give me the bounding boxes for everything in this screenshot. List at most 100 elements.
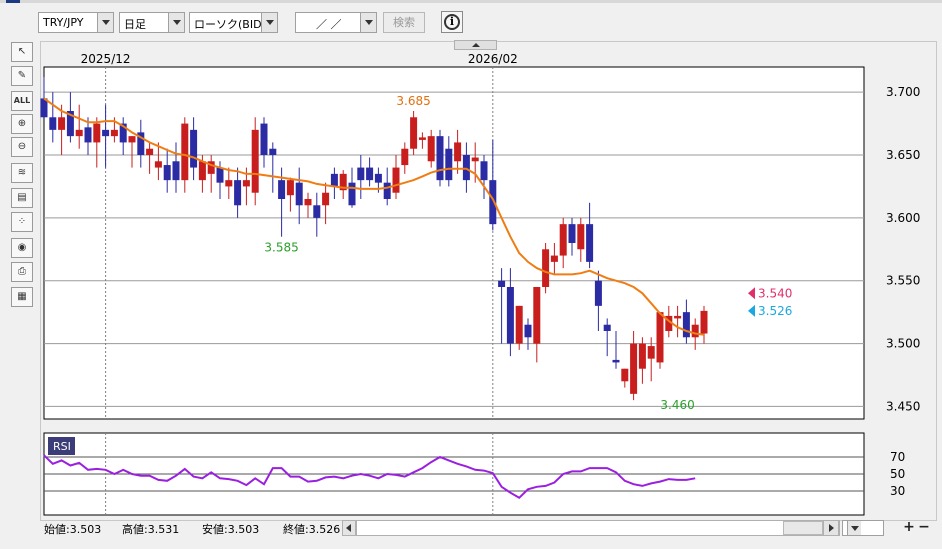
candle-body: [286, 180, 294, 196]
price-marker-label: 3.540: [758, 286, 792, 300]
candle-body: [366, 167, 374, 181]
scroll-left-button[interactable]: [342, 520, 356, 536]
candle-body: [49, 117, 57, 130]
price-annotation: 3.460: [660, 398, 694, 412]
candle-body: [550, 255, 558, 262]
candle-body: [102, 129, 110, 137]
candle-body: [216, 167, 224, 183]
candle-body: [656, 312, 664, 363]
price-annotation: 3.685: [396, 94, 430, 108]
candle-body: [251, 129, 259, 193]
candle-body: [462, 155, 470, 181]
candle-body: [278, 180, 286, 199]
price-plot-area: [43, 66, 865, 420]
candle-body: [533, 287, 541, 344]
candle-body: [691, 324, 699, 338]
candle-body: [154, 161, 162, 168]
price-annotation: 3.585: [264, 241, 298, 255]
candle-body: [348, 182, 356, 206]
candle-body: [454, 142, 462, 162]
candle-body: [313, 205, 321, 218]
status-open: 始値:3.503: [44, 523, 102, 536]
date-tick-label: 2025/12: [81, 52, 131, 66]
price-tick-label: 3.600: [886, 211, 920, 225]
candle-body: [436, 136, 444, 181]
candle-body: [242, 180, 250, 187]
chart-application: TRY/JPY 日足 ローソク(BID) ／ ／ 検索 i ↖ ✎ ALL ⊕ ⊖ ≋ ▤ ⁘…: [0, 0, 942, 549]
candle-body: [612, 359, 620, 363]
horizontal-scrollbar[interactable]: [356, 520, 840, 536]
candle-body: [110, 129, 118, 137]
candle-body: [638, 343, 646, 369]
candle-body: [445, 148, 453, 181]
scroll-right-button[interactable]: [823, 520, 839, 536]
price-tick-label: 3.700: [886, 85, 920, 99]
candle-body: [295, 182, 303, 206]
candle-body: [568, 224, 576, 243]
price-tick-label: 3.450: [886, 399, 920, 413]
candle-body: [330, 173, 338, 187]
candle-body: [630, 343, 638, 394]
rsi-level-label: 50: [890, 467, 905, 481]
zoom-out-button[interactable]: −: [917, 520, 931, 535]
candle-body: [418, 137, 426, 140]
candle-body: [471, 157, 479, 162]
candle-body: [559, 224, 567, 256]
candle-body: [410, 117, 418, 149]
candle-body: [542, 249, 550, 287]
candle-body: [603, 324, 611, 331]
candle-body: [190, 129, 198, 168]
candle-body: [234, 180, 242, 206]
candle-body: [128, 136, 136, 143]
status-low: 安値:3.503: [202, 523, 260, 536]
chevron-down-icon: [847, 521, 861, 535]
candle-body: [58, 117, 66, 130]
candle-body: [427, 136, 435, 162]
bars-count-select[interactable]: 80: [842, 520, 884, 536]
candle-body: [225, 180, 233, 187]
candle-body: [146, 148, 154, 155]
candle-body: [322, 192, 330, 206]
candle-body: [621, 368, 629, 382]
candle-body: [498, 280, 506, 287]
candle-body: [586, 224, 594, 262]
price-tick-label: 3.550: [886, 274, 920, 288]
candle-body: [304, 199, 312, 206]
candle-body: [260, 123, 268, 155]
candle-body: [181, 123, 189, 181]
candle-body: [93, 123, 101, 143]
candle-body: [374, 173, 382, 183]
price-marker-label: 3.526: [758, 304, 792, 318]
scrollbar-thumb[interactable]: [783, 521, 823, 535]
candle-body: [682, 312, 690, 338]
candle-body: [84, 127, 92, 143]
status-close: 終値:3.526: [283, 523, 341, 536]
candle-body: [524, 324, 532, 338]
candle-body: [480, 161, 488, 181]
price-tick-label: 3.500: [886, 337, 920, 351]
candle-body: [357, 167, 365, 181]
candle-body: [594, 280, 602, 306]
price-tick-label: 3.650: [886, 148, 920, 162]
candle-body: [674, 315, 682, 319]
rsi-label: RSI: [53, 440, 71, 453]
rsi-level-label: 70: [890, 450, 905, 464]
candle-body: [172, 161, 180, 181]
candle-body: [401, 148, 409, 166]
candle-body: [700, 310, 708, 334]
rsi-level-label: 30: [890, 484, 905, 498]
candle-body: [75, 129, 83, 137]
candle-body: [577, 224, 585, 250]
candle-body: [515, 305, 523, 344]
candle-body: [506, 287, 514, 344]
status-high: 高値:3.531: [122, 523, 180, 536]
candle-body: [163, 165, 171, 181]
candle-body: [647, 346, 655, 359]
candle-body: [269, 148, 277, 155]
candle-body: [392, 167, 400, 193]
candle-body: [383, 182, 391, 199]
zoom-in-button[interactable]: +: [902, 520, 916, 535]
date-tick-label: 2026/02: [468, 52, 518, 66]
candle-body: [198, 161, 206, 181]
chart-canvas: 3.700 3.650 3.600 3.550 3.500 3.450 2025/12 202…: [40, 52, 920, 516]
